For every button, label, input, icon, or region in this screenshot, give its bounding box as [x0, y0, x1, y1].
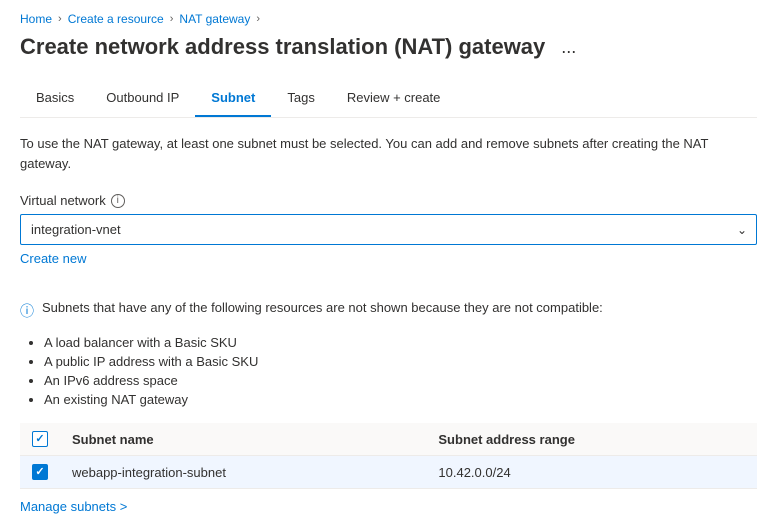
breadcrumb-sep-2: › — [170, 13, 174, 25]
virtual-network-select-wrapper: integration-vnet ⌄ — [20, 214, 757, 245]
warning-text: Subnets that have any of the following r… — [42, 300, 603, 315]
list-item: An IPv6 address space — [44, 373, 757, 388]
breadcrumb-nat-gateway[interactable]: NAT gateway — [179, 12, 250, 26]
breadcrumb: Home › Create a resource › NAT gateway › — [20, 12, 757, 26]
breadcrumb-sep-3: › — [256, 13, 260, 25]
create-new-link[interactable]: Create new — [20, 251, 86, 266]
ellipsis-button[interactable]: ... — [555, 35, 582, 60]
virtual-network-info-icon[interactable]: i — [111, 194, 125, 208]
checkmark-icon: ✓ — [35, 467, 44, 478]
table-row: ✓ webapp-integration-subnet 10.42.0.0/24 — [20, 456, 757, 489]
tab-outbound-ip[interactable]: Outbound IP — [90, 80, 195, 117]
tab-subnet[interactable]: Subnet — [195, 80, 271, 117]
subnet-info-text: To use the NAT gateway, at least one sub… — [20, 134, 757, 173]
list-item: A public IP address with a Basic SKU — [44, 354, 757, 369]
virtual-network-section: Virtual network i integration-vnet ⌄ Cre… — [20, 193, 757, 284]
incompatibility-warning: ⓘ Subnets that have any of the following… — [20, 300, 757, 321]
checkmark-icon: ✓ — [35, 434, 44, 445]
breadcrumb-create-resource[interactable]: Create a resource — [68, 12, 164, 26]
row-checkbox-col: ✓ — [20, 456, 60, 489]
breadcrumb-home[interactable]: Home — [20, 12, 52, 26]
page-title-row: Create network address translation (NAT)… — [20, 34, 757, 60]
subnet-name-cell: webapp-integration-subnet — [60, 456, 426, 489]
table-header-address-range: Subnet address range — [426, 423, 757, 456]
page-title: Create network address translation (NAT)… — [20, 34, 545, 60]
breadcrumb-sep-1: › — [58, 13, 62, 25]
tab-tags[interactable]: Tags — [271, 80, 330, 117]
list-item: A load balancer with a Basic SKU — [44, 335, 757, 350]
incompatible-list: A load balancer with a Basic SKU A publi… — [44, 335, 757, 407]
subnet-address-range-cell: 10.42.0.0/24 — [426, 456, 757, 489]
table-header-subnet-name: Subnet name — [60, 423, 426, 456]
tabs-nav: Basics Outbound IP Subnet Tags Review + … — [20, 80, 757, 118]
table-header-checkbox-col: ✓ — [20, 423, 60, 456]
tab-basics[interactable]: Basics — [20, 80, 90, 117]
table-header-row: ✓ Subnet name Subnet address range — [20, 423, 757, 456]
virtual-network-label: Virtual network i — [20, 193, 757, 208]
row-checkbox[interactable]: ✓ — [32, 464, 48, 480]
header-checkbox[interactable]: ✓ — [32, 431, 48, 447]
list-item: An existing NAT gateway — [44, 392, 757, 407]
subnet-table: ✓ Subnet name Subnet address range ✓ web… — [20, 423, 757, 489]
manage-subnets-link[interactable]: Manage subnets > — [20, 499, 127, 514]
tab-review-create[interactable]: Review + create — [331, 80, 457, 117]
virtual-network-select[interactable]: integration-vnet — [20, 214, 757, 245]
info-circle-icon: ⓘ — [20, 301, 34, 321]
